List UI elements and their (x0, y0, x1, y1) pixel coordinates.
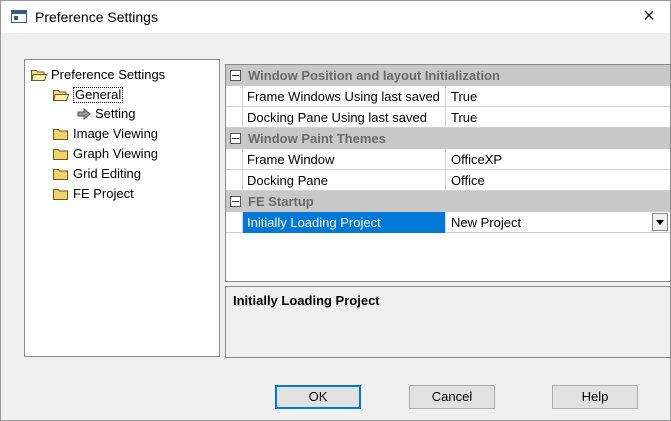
property-value[interactable]: True (448, 107, 670, 128)
tree-label: General (73, 87, 124, 103)
property-grid[interactable]: Window Position and layout Initializatio… (225, 64, 671, 282)
tree-label: FE Project (73, 186, 134, 201)
dropdown-arrow-icon[interactable] (652, 213, 668, 231)
category-window-paint-themes[interactable]: Window Paint Themes (226, 128, 670, 149)
help-button[interactable]: Help (552, 385, 638, 409)
folder-icon (53, 128, 69, 140)
open-folder-icon (53, 89, 69, 101)
property-row[interactable]: Docking Pane Using last saved True (226, 107, 670, 128)
tree-label: Preference Settings (51, 67, 166, 82)
collapse-icon[interactable] (230, 196, 241, 207)
property-name: Docking Pane Using last saved (242, 107, 446, 128)
window-app-icon (11, 10, 27, 23)
property-value[interactable]: True (448, 86, 670, 107)
category-label: FE Startup (248, 194, 314, 209)
close-button[interactable]: × (628, 1, 670, 33)
open-folder-icon (31, 69, 47, 81)
preference-settings-dialog: Preference Settings × Preference Setting… (0, 0, 671, 421)
ok-button[interactable]: OK (275, 385, 361, 409)
title-bar[interactable]: Preference Settings × (1, 1, 670, 33)
cancel-button[interactable]: Cancel (409, 385, 495, 409)
collapse-icon[interactable] (230, 133, 241, 144)
property-name: Docking Pane (242, 170, 446, 191)
settings-tree[interactable]: Preference Settings General Setting Imag… (24, 59, 220, 357)
category-window-position[interactable]: Window Position and layout Initializatio… (226, 65, 670, 86)
tree-label: Setting (95, 106, 136, 121)
property-value-dropdown[interactable]: New Project (448, 212, 670, 233)
category-fe-startup[interactable]: FE Startup (226, 191, 670, 212)
folder-icon (53, 148, 69, 160)
property-name: Initially Loading Project (242, 212, 446, 233)
property-row[interactable]: Docking Pane Office (226, 170, 670, 191)
property-value[interactable]: OfficeXP (448, 149, 670, 170)
property-value[interactable]: Office (448, 170, 670, 191)
tree-label: Grid Editing (73, 166, 141, 181)
property-name: Frame Windows Using last saved (242, 86, 446, 107)
folder-icon (53, 188, 69, 200)
property-name: Frame Window (242, 149, 446, 170)
property-row[interactable]: Frame Window OfficeXP (226, 149, 670, 170)
category-label: Window Paint Themes (248, 131, 386, 146)
description-title: Initially Loading Project (233, 293, 380, 308)
description-pane: Initially Loading Project (225, 286, 671, 358)
window-title: Preference Settings (35, 9, 158, 25)
property-row-selected[interactable]: Initially Loading Project New Project (226, 212, 670, 233)
arrow-right-icon (77, 108, 93, 120)
category-label: Window Position and layout Initializatio… (248, 68, 500, 83)
tree-label: Image Viewing (73, 126, 159, 141)
tree-label: Graph Viewing (73, 146, 159, 161)
collapse-icon[interactable] (230, 70, 241, 81)
folder-icon (53, 168, 69, 180)
property-row[interactable]: Frame Windows Using last saved True (226, 86, 670, 107)
